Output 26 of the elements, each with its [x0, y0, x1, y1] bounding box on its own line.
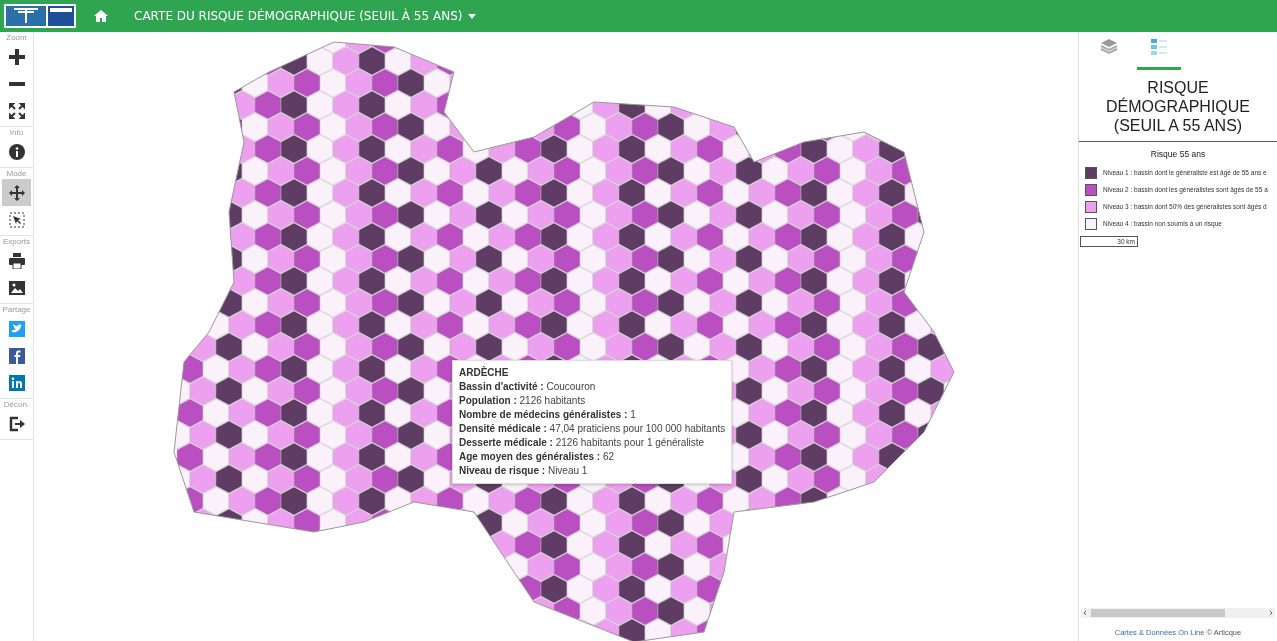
tooltip-title: ARDÈCHE — [459, 366, 510, 380]
tooltip-line: Population : 2126 habitants — [459, 394, 587, 408]
tooltip-line: Bassin d'activité : Coucouron — [459, 380, 597, 394]
legend-title: Risque 55 ans — [1149, 149, 1207, 159]
toolbar-section-label: Zoom — [6, 33, 27, 43]
choropleth-map-drawing[interactable] — [173, 41, 955, 641]
tooltip-line: Desserte médicale : 2126 habitants pour 1 généraliste — [459, 436, 706, 450]
toolbar-section-label: Mode — [6, 169, 27, 179]
logo-icon — [4, 4, 76, 28]
layers-icon — [1100, 38, 1118, 56]
tooltip-line: Niveau de risque : Niveau 1 — [459, 464, 589, 478]
caret-icon — [468, 13, 477, 19]
horizontal-scrollbar[interactable] — [1081, 608, 1275, 618]
legend-list-icon — [1150, 38, 1168, 56]
map-title-dropdown[interactable]: CARTE DU RISQUE DÉMOGRAPHIQUE (SEUIL À 55 ANS) — [134, 9, 477, 23]
home-icon[interactable] — [94, 10, 108, 22]
move-icon[interactable] — [2, 179, 31, 206]
legend-tab[interactable] — [1137, 36, 1181, 70]
toolbar-section-label: Info — [9, 128, 24, 138]
legend-heading: RISQUE DÉMOGRAPHIQUE (SEUIL A 55 ANS) — [1079, 70, 1277, 142]
toolbar-section-label: Décon. — [3, 400, 30, 410]
toolbar-section-label: Exports — [2, 237, 31, 247]
toolbar-section-label: Partage — [2, 305, 31, 315]
tooltip-line: Nombre de médecins généralistes : 1 — [459, 408, 637, 422]
tooltip-line: Age moyen des généralistes : 62 — [459, 450, 616, 464]
tooltip-line: Densité médicale : 47,04 praticiens pour 100 000 habitants — [459, 422, 726, 436]
